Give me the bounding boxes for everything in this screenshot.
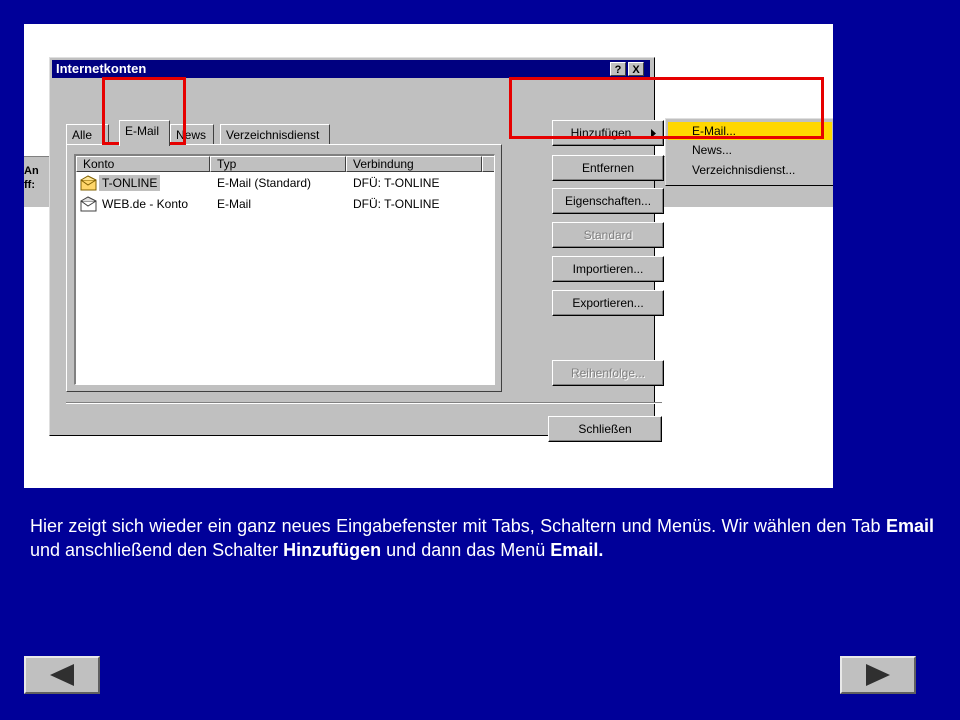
dialog-title: Internetkonten — [56, 61, 147, 76]
order-button[interactable]: Reihenfolge... — [552, 360, 664, 386]
background-text-line: An — [24, 165, 39, 177]
background-text-line: ff: — [24, 179, 35, 191]
divider — [66, 402, 662, 404]
default-button[interactable]: Standard — [552, 222, 664, 248]
help-button[interactable]: ? — [610, 62, 626, 76]
title-bar[interactable]: Internetkonten ? X — [52, 60, 650, 78]
caption-text: Wir wählen den Tab — [721, 516, 886, 536]
highlight-add-menu — [509, 77, 824, 139]
caption-text: und dann das Menü — [381, 540, 551, 560]
accounts-list[interactable]: Konto Typ Verbindung T-ONLINE E-Mail (St… — [74, 154, 495, 385]
mail-account-icon — [80, 196, 97, 212]
import-button[interactable]: Importieren... — [552, 256, 664, 282]
caption-emphasis: Hinzufügen — [283, 540, 382, 560]
export-button[interactable]: Exportieren... — [552, 290, 664, 316]
mail-account-icon — [80, 175, 97, 191]
remove-button[interactable]: Entfernen — [552, 155, 664, 181]
arrow-right-icon — [866, 664, 890, 686]
close-button[interactable]: Schließen — [548, 416, 662, 442]
caption-text: und anschließend den Schalter — [30, 540, 284, 560]
slide-caption: Hier zeigt sich wieder ein ganz neues Ei… — [30, 514, 934, 562]
menu-item-directory[interactable]: Verzeichnisdienst... — [668, 161, 832, 179]
account-name: T-ONLINE — [99, 175, 161, 191]
account-connection: DFÜ: T-ONLINE — [353, 176, 440, 190]
account-type: E-Mail — [217, 197, 252, 211]
tab-verzeichnisdienst[interactable]: Verzeichnisdienst — [220, 124, 330, 144]
table-row[interactable]: T-ONLINE E-Mail (Standard) DFÜ: T-ONLINE — [80, 174, 486, 192]
tab-email[interactable]: E-Mail — [119, 120, 170, 146]
caption-line: Hier zeigt sich wieder ein ganz neues Ei… — [30, 516, 717, 536]
previous-slide-button[interactable] — [24, 656, 100, 694]
properties-button[interactable]: Eigenschaften... — [552, 188, 664, 214]
menu-item-news[interactable]: News... — [668, 141, 832, 159]
column-header-verbindung[interactable]: Verbindung — [346, 156, 482, 172]
arrow-left-icon — [50, 664, 74, 686]
account-connection: DFÜ: T-ONLINE — [353, 197, 440, 211]
column-header-filler — [482, 156, 494, 172]
next-slide-button[interactable] — [840, 656, 916, 694]
column-header-konto[interactable]: Konto — [76, 156, 210, 172]
caption-emphasis: Email — [885, 516, 934, 536]
background-window-text: An ff: — [24, 164, 39, 192]
account-name: WEB.de - Konto — [102, 197, 189, 211]
caption-emphasis: Email. — [550, 540, 604, 560]
close-window-button[interactable]: X — [628, 62, 644, 76]
account-type: E-Mail (Standard) — [217, 176, 312, 190]
table-row[interactable]: WEB.de - Konto E-Mail DFÜ: T-ONLINE — [80, 195, 486, 213]
column-header-typ[interactable]: Typ — [210, 156, 346, 172]
